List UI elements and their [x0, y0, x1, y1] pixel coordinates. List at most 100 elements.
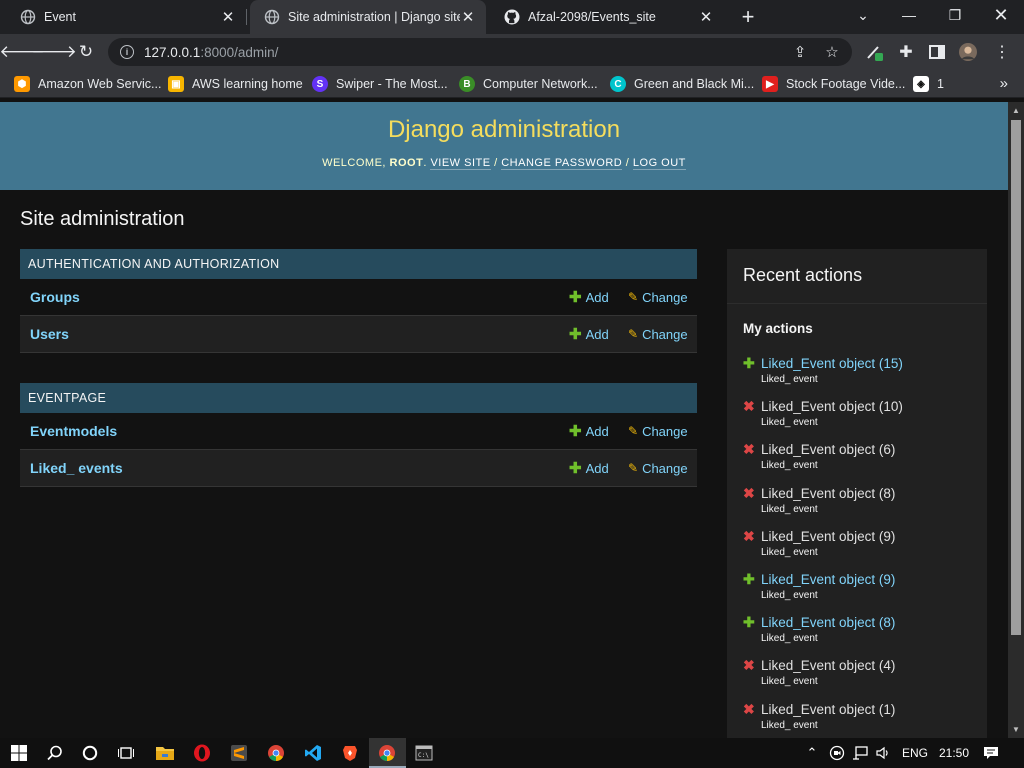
delete-icon: ✖ — [743, 398, 755, 415]
windows-taskbar: C:\ ⌃ ENG 21:50 — [0, 738, 1024, 768]
bookmark-item[interactable]: ◈ 1 — [913, 75, 944, 93]
volume-icon[interactable] — [872, 742, 894, 764]
change-password-link[interactable]: Change password — [501, 157, 623, 170]
action-content-type: Liked_ event — [761, 503, 818, 515]
language-indicator[interactable]: ENG — [902, 746, 928, 760]
bookmarks-bar: ⬢ Amazon Web Servic... ▣ AWS learning ho… — [0, 70, 1024, 98]
model-link-groups[interactable]: Groups — [30, 289, 80, 305]
add-link[interactable]: ✚ Add — [569, 459, 609, 477]
list-item: ✚ Liked_Event object (9) Liked_ event — [743, 571, 983, 601]
opera-icon[interactable] — [191, 742, 213, 764]
globe-icon — [264, 9, 280, 25]
add-link[interactable]: ✚ Add — [569, 325, 609, 343]
add-link[interactable]: ✚ Add — [569, 422, 609, 440]
bookmark-item[interactable]: ⬢ Amazon Web Servic... — [14, 75, 161, 93]
django-header: Django administration Welcome, root. Vie… — [0, 102, 1008, 190]
forward-button[interactable]: 🡒 — [31, 39, 77, 65]
sublime-text-icon[interactable] — [228, 742, 250, 764]
restore-button[interactable]: ❐ — [932, 0, 978, 30]
brave-icon[interactable] — [339, 742, 361, 764]
codepen-icon: ◈ — [913, 76, 929, 92]
share-icon[interactable]: ⇪ — [792, 44, 808, 61]
close-icon[interactable]: ✕ — [220, 9, 236, 26]
action-object-text: Liked_Event object (6) — [761, 442, 896, 458]
chrome-icon[interactable] — [265, 742, 287, 764]
change-link[interactable]: ✎ Change — [628, 327, 688, 342]
file-explorer-icon[interactable] — [154, 742, 176, 764]
model-link-eventmodels[interactable]: Eventmodels — [30, 423, 117, 439]
search-icon[interactable] — [44, 742, 66, 764]
chevron-up-icon[interactable]: ⌃ — [801, 742, 823, 764]
network-icon[interactable] — [849, 742, 871, 764]
action-object-link[interactable]: Liked_Event object (15) — [761, 356, 903, 371]
minimize-button[interactable]: — — [886, 0, 932, 30]
view-site-link[interactable]: View site — [430, 157, 491, 170]
divider — [727, 303, 987, 304]
browser-tab-event[interactable]: Event ✕ — [6, 0, 246, 34]
model-link-users[interactable]: Users — [30, 326, 69, 342]
browser-tab-github[interactable]: Afzal-2098/Events_site ✕ — [490, 0, 724, 34]
add-link[interactable]: ✚ Add — [569, 288, 609, 306]
page-scrollbar[interactable]: ▲ ▼ — [1008, 102, 1024, 738]
pen-extension-icon[interactable] — [865, 43, 883, 61]
chrome-icon[interactable] — [376, 742, 398, 764]
site-brand[interactable]: Django administration — [0, 116, 1008, 144]
profile-avatar[interactable] — [959, 43, 977, 61]
puzzle-icon[interactable]: ✚ — [897, 43, 915, 61]
info-icon[interactable]: i — [120, 45, 134, 59]
bookmark-item[interactable]: ▣ AWS learning home — [168, 75, 303, 93]
menu-icon[interactable]: ⋮ — [993, 43, 1011, 61]
action-object-text: Liked_Event object (8) — [761, 485, 896, 501]
notification-icon[interactable] — [980, 742, 1002, 764]
storyblocks-icon: ▶ — [762, 76, 778, 92]
task-view-icon[interactable] — [115, 742, 137, 764]
model-link-liked-events[interactable]: Liked_ events — [30, 460, 123, 476]
box-icon: ▣ — [168, 76, 184, 92]
log-out-link[interactable]: Log out — [632, 157, 686, 170]
action-object-link[interactable]: Liked_Event object (8) — [761, 615, 895, 630]
module-caption[interactable]: AUTHENTICATION AND AUTHORIZATION — [20, 249, 697, 279]
tab-search-icon[interactable]: ⌄ — [840, 0, 886, 30]
plus-icon: ✚ — [743, 571, 755, 587]
windows-start-icon[interactable] — [8, 742, 30, 764]
close-window-button[interactable]: ✕ — [978, 0, 1024, 30]
bookmark-item[interactable]: C Green and Black Mi... — [610, 75, 754, 93]
aws-cube-icon: ⬢ — [14, 76, 30, 92]
plus-icon: ✚ — [743, 355, 755, 371]
bookmark-item[interactable]: S Swiper - The Most... — [312, 75, 448, 93]
terminal-icon[interactable]: C:\ — [413, 742, 435, 764]
canva-icon: C — [610, 76, 626, 92]
meet-now-icon[interactable] — [826, 742, 848, 764]
browser-tab-site-admin[interactable]: Site administration | Django site a ✕ — [250, 0, 486, 34]
action-object-text: Liked_Event object (10) — [761, 399, 903, 415]
bookmark-star-icon[interactable]: ☆ — [824, 44, 840, 61]
swiper-icon: S — [312, 76, 328, 92]
delete-icon: ✖ — [743, 441, 755, 458]
clock[interactable]: 21:50 — [939, 746, 969, 760]
reload-button[interactable]: ↻ — [73, 39, 99, 65]
tab-title: Afzal-2098/Events_site — [528, 10, 656, 24]
side-panel-icon[interactable] — [928, 43, 946, 61]
module-caption[interactable]: EVENTPAGE — [20, 383, 697, 413]
action-object-text: Liked_Event object (9) — [761, 528, 896, 544]
close-icon[interactable]: ✕ — [460, 9, 476, 26]
bookmark-item[interactable]: ▶ Stock Footage Vide... — [762, 75, 905, 93]
change-link[interactable]: ✎ Change — [628, 424, 688, 439]
change-link[interactable]: ✎ Change — [628, 461, 688, 476]
address-bar[interactable]: i 127.0.0.1:8000/admin/ ⇪ ☆ — [108, 38, 852, 66]
vscode-icon[interactable] — [302, 742, 324, 764]
list-item: ✖ Liked_Event object (1) Liked_ event — [743, 701, 983, 731]
new-tab-button[interactable]: + — [736, 4, 760, 29]
scroll-up-icon[interactable]: ▲ — [1012, 106, 1020, 115]
bookmark-item[interactable]: B Computer Network... — [459, 75, 598, 93]
chevron-right-icon[interactable]: » — [1000, 75, 1008, 92]
scrollbar-thumb[interactable] — [1011, 120, 1021, 635]
cortana-icon[interactable] — [79, 742, 101, 764]
change-link[interactable]: ✎ Change — [628, 290, 688, 305]
action-content-type: Liked_ event — [761, 546, 818, 558]
action-object-link[interactable]: Liked_Event object (9) — [761, 572, 895, 587]
close-icon[interactable]: ✕ — [698, 9, 714, 26]
scroll-down-icon[interactable]: ▼ — [1012, 725, 1020, 734]
plus-icon: ✚ — [569, 289, 582, 306]
action-content-type: Liked_ event — [761, 460, 818, 472]
